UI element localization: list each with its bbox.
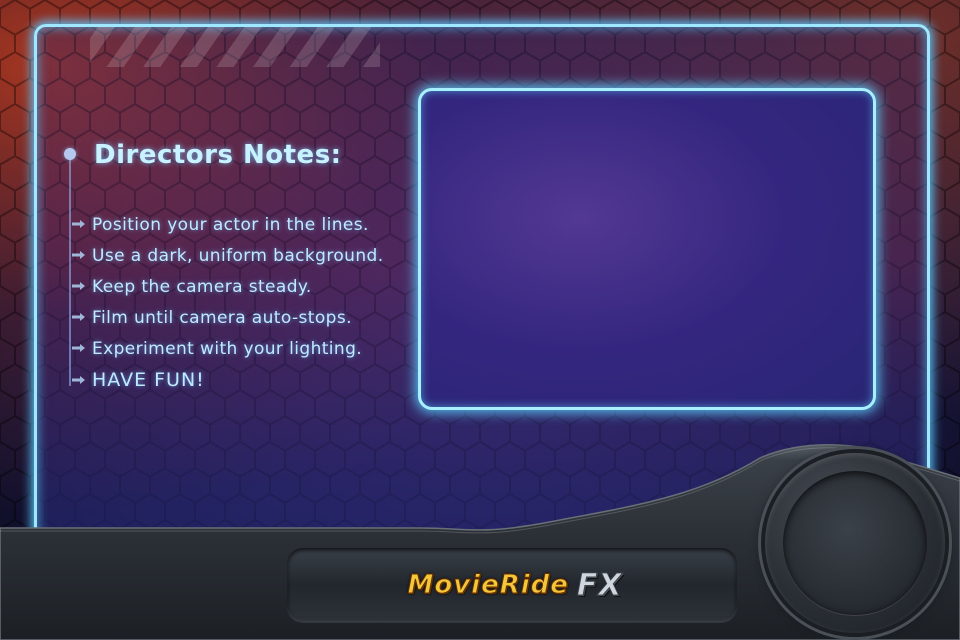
arrow-bullet-icon — [72, 344, 85, 352]
note-item: Use a dark, uniform background. — [72, 245, 384, 276]
record-button[interactable] — [765, 453, 945, 633]
logo-fx-text: FX — [576, 567, 623, 603]
arrow-bullet-icon — [72, 375, 85, 384]
note-text: Position your actor in the lines. — [92, 215, 369, 235]
arrow-bullet-icon — [72, 220, 85, 228]
directors-notes-panel: Directors Notes: Position your actor in … — [62, 140, 412, 400]
note-text: Keep the camera steady. — [92, 277, 312, 297]
note-text: HAVE FUN! — [92, 369, 205, 391]
arrow-bullet-icon — [72, 251, 85, 259]
note-item-have-fun: HAVE FUN! — [72, 369, 384, 400]
note-text: Experiment with your lighting. — [92, 339, 363, 359]
notes-timeline-line — [69, 154, 71, 386]
arrow-bullet-icon — [72, 313, 85, 321]
note-text: Film until camera auto-stops. — [92, 308, 352, 328]
note-item: Position your actor in the lines. — [72, 214, 384, 245]
record-button-face[interactable] — [783, 471, 927, 615]
note-item: Film until camera auto-stops. — [72, 307, 384, 338]
note-item: Keep the camera steady. — [72, 276, 384, 307]
notes-list: Position your actor in the lines. Use a … — [72, 214, 384, 400]
notes-title: Directors Notes: — [94, 140, 342, 170]
arrow-bullet-icon — [72, 282, 85, 290]
movieride-fx-logo: MovieRide FX — [380, 565, 650, 605]
camera-preview-area[interactable] — [418, 88, 876, 410]
decorative-stripes — [90, 27, 380, 67]
note-item: Experiment with your lighting. — [72, 338, 384, 369]
timeline-dot-icon — [64, 148, 76, 160]
note-text: Use a dark, uniform background. — [92, 246, 384, 266]
logo-brand-text: MovieRide — [407, 570, 569, 601]
